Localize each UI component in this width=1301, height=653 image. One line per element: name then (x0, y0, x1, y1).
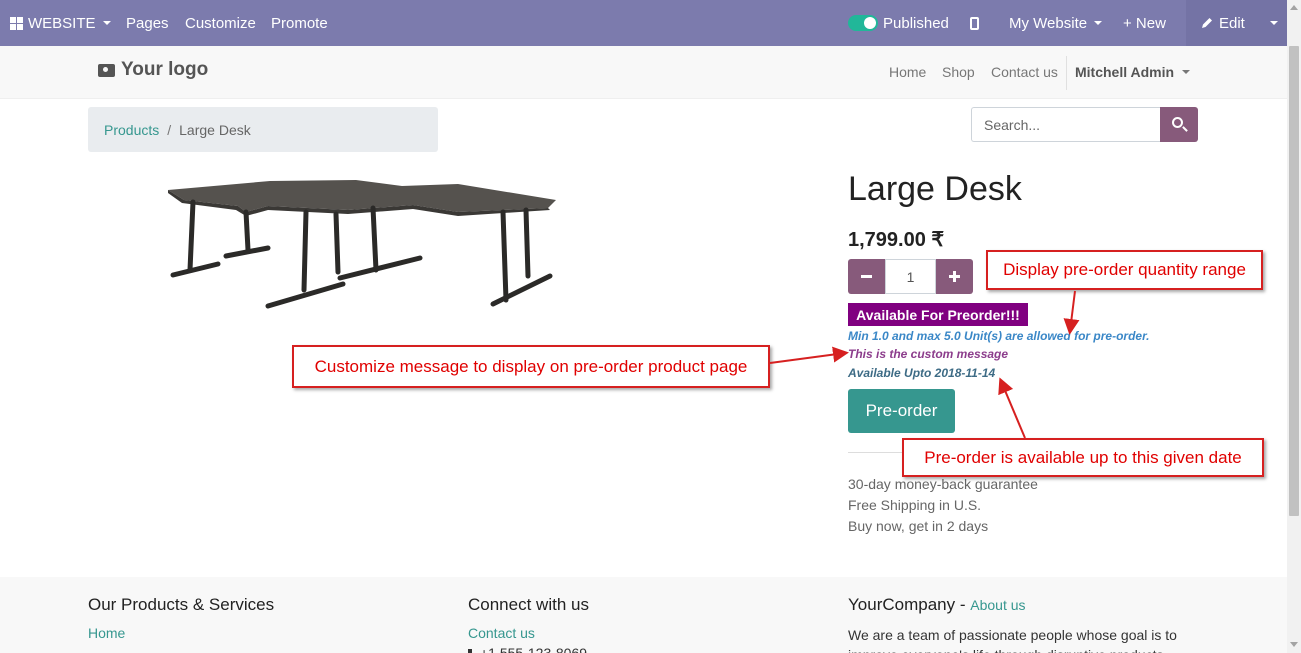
breadcrumb: Products / Large Desk (88, 107, 438, 152)
pencil-icon (1202, 18, 1212, 28)
annotation-available-date: Pre-order is available up to this given … (902, 438, 1264, 477)
increase-quantity-button[interactable] (936, 259, 973, 294)
preorder-badge: Available For Preorder!!! (848, 303, 1028, 326)
edit-button[interactable]: Edit (1200, 0, 1245, 46)
nav-divider (1066, 56, 1067, 90)
new-button[interactable]: + New (1123, 0, 1166, 46)
arrow-to-date (998, 377, 1026, 439)
chevron-down-icon (1182, 70, 1191, 74)
customize-menu[interactable]: Customize (185, 0, 256, 46)
quantity-stepper (848, 259, 973, 294)
customize-label: Customize (185, 14, 256, 32)
footer-home-link[interactable]: Home (88, 625, 125, 641)
annotation-quantity-range: Display pre-order quantity range (986, 250, 1263, 290)
product-price: 1,799.00 ₹ (848, 229, 945, 251)
footer-company-title: YourCompany - About us (848, 595, 1026, 615)
footer-products-title: Our Products & Services (88, 595, 275, 614)
minus-icon (861, 275, 872, 278)
product-image (168, 180, 556, 309)
arrow-to-range (1063, 290, 1080, 335)
preorder-quantity-range: Min 1.0 and max 5.0 Unit(s) are allowed … (848, 329, 1150, 343)
website-admin-bar: WEBSITE Pages Customize Promote Publishe… (0, 0, 1287, 46)
chevron-down-icon (102, 21, 111, 25)
my-website-menu[interactable]: My Website (1009, 0, 1103, 46)
user-name: Mitchell Admin (1075, 64, 1175, 80)
phone-icon (468, 648, 472, 653)
arrow-to-custom (769, 346, 849, 364)
published-label: Published (883, 14, 949, 32)
logo-text: Your logo (121, 59, 209, 80)
preorder-custom-message: This is the custom message (848, 347, 1009, 361)
published-toggle[interactable]: Published (848, 0, 949, 46)
plus-icon (949, 271, 960, 282)
guarantee-line-2: Free Shipping in U.S. (848, 497, 982, 513)
my-website-label: My Website (1009, 14, 1088, 32)
scroll-up-arrow-icon[interactable] (1290, 5, 1298, 10)
apps-grid-icon (10, 16, 23, 30)
footer-phone-number: +1 555-123-8069 (480, 645, 588, 653)
footer-phone: +1 555-123-8069 (468, 645, 587, 653)
nav-contact-us[interactable]: Contact us (991, 64, 1058, 80)
breadcrumb-separator: / (167, 121, 172, 138)
new-label: + New (1123, 14, 1166, 32)
nav-shop[interactable]: Shop (942, 64, 975, 80)
edit-label: Edit (1219, 14, 1245, 32)
promote-label: Promote (271, 14, 328, 32)
breadcrumb-products[interactable]: Products (104, 122, 159, 138)
search-input[interactable] (971, 107, 1160, 142)
chevron-down-icon (1270, 21, 1278, 25)
decrease-quantity-button[interactable] (848, 259, 885, 294)
annotation-custom-message: Customize message to display on pre-orde… (292, 345, 770, 388)
page-scrollbar[interactable] (1287, 0, 1301, 653)
pages-label: Pages (126, 14, 169, 32)
footer-contact-link[interactable]: Contact us (468, 625, 535, 641)
quantity-input[interactable] (885, 259, 936, 294)
website-menu-label: WEBSITE (28, 14, 96, 32)
camera-icon (98, 63, 115, 77)
website-menu[interactable]: WEBSITE (10, 0, 111, 46)
site-footer: Our Products & Services Home Connect wit… (0, 577, 1287, 653)
breadcrumb-current: Large Desk (179, 121, 251, 138)
pages-menu[interactable]: Pages (126, 0, 169, 46)
site-header: Your logo Home Shop Contact us Mitchell … (0, 46, 1287, 99)
preorder-available-date: Available Upto 2018-11-14 (848, 366, 996, 380)
footer-connect-title: Connect with us (468, 595, 589, 614)
edit-dropdown-toggle[interactable] (1268, 0, 1278, 46)
footer-company-description: We are a team of passionate people whose… (848, 627, 1177, 653)
toggle-switch-icon (848, 15, 878, 31)
preorder-button[interactable]: Pre-order (848, 389, 955, 433)
nav-home[interactable]: Home (889, 64, 926, 80)
search-icon (1172, 117, 1183, 128)
chevron-down-icon (1094, 21, 1103, 25)
guarantee-line-1: 30-day money-back guarantee (848, 476, 1038, 492)
scroll-thumb[interactable] (1289, 46, 1299, 516)
promote-menu[interactable]: Promote (271, 0, 328, 46)
mobile-phone-icon (970, 16, 979, 30)
product-search (971, 107, 1198, 142)
product-title: Large Desk (848, 170, 1022, 208)
scroll-down-arrow-icon[interactable] (1290, 642, 1298, 647)
footer-title-separator: - (959, 595, 966, 614)
footer-about-link[interactable]: About us (970, 597, 1025, 613)
user-menu[interactable]: Mitchell Admin (1075, 64, 1191, 80)
footer-company-name: YourCompany (848, 595, 956, 614)
site-logo[interactable]: Your logo (98, 59, 208, 81)
guarantee-line-3: Buy now, get in 2 days (848, 518, 989, 534)
mobile-preview-button[interactable] (970, 0, 979, 46)
search-button[interactable] (1160, 107, 1198, 142)
